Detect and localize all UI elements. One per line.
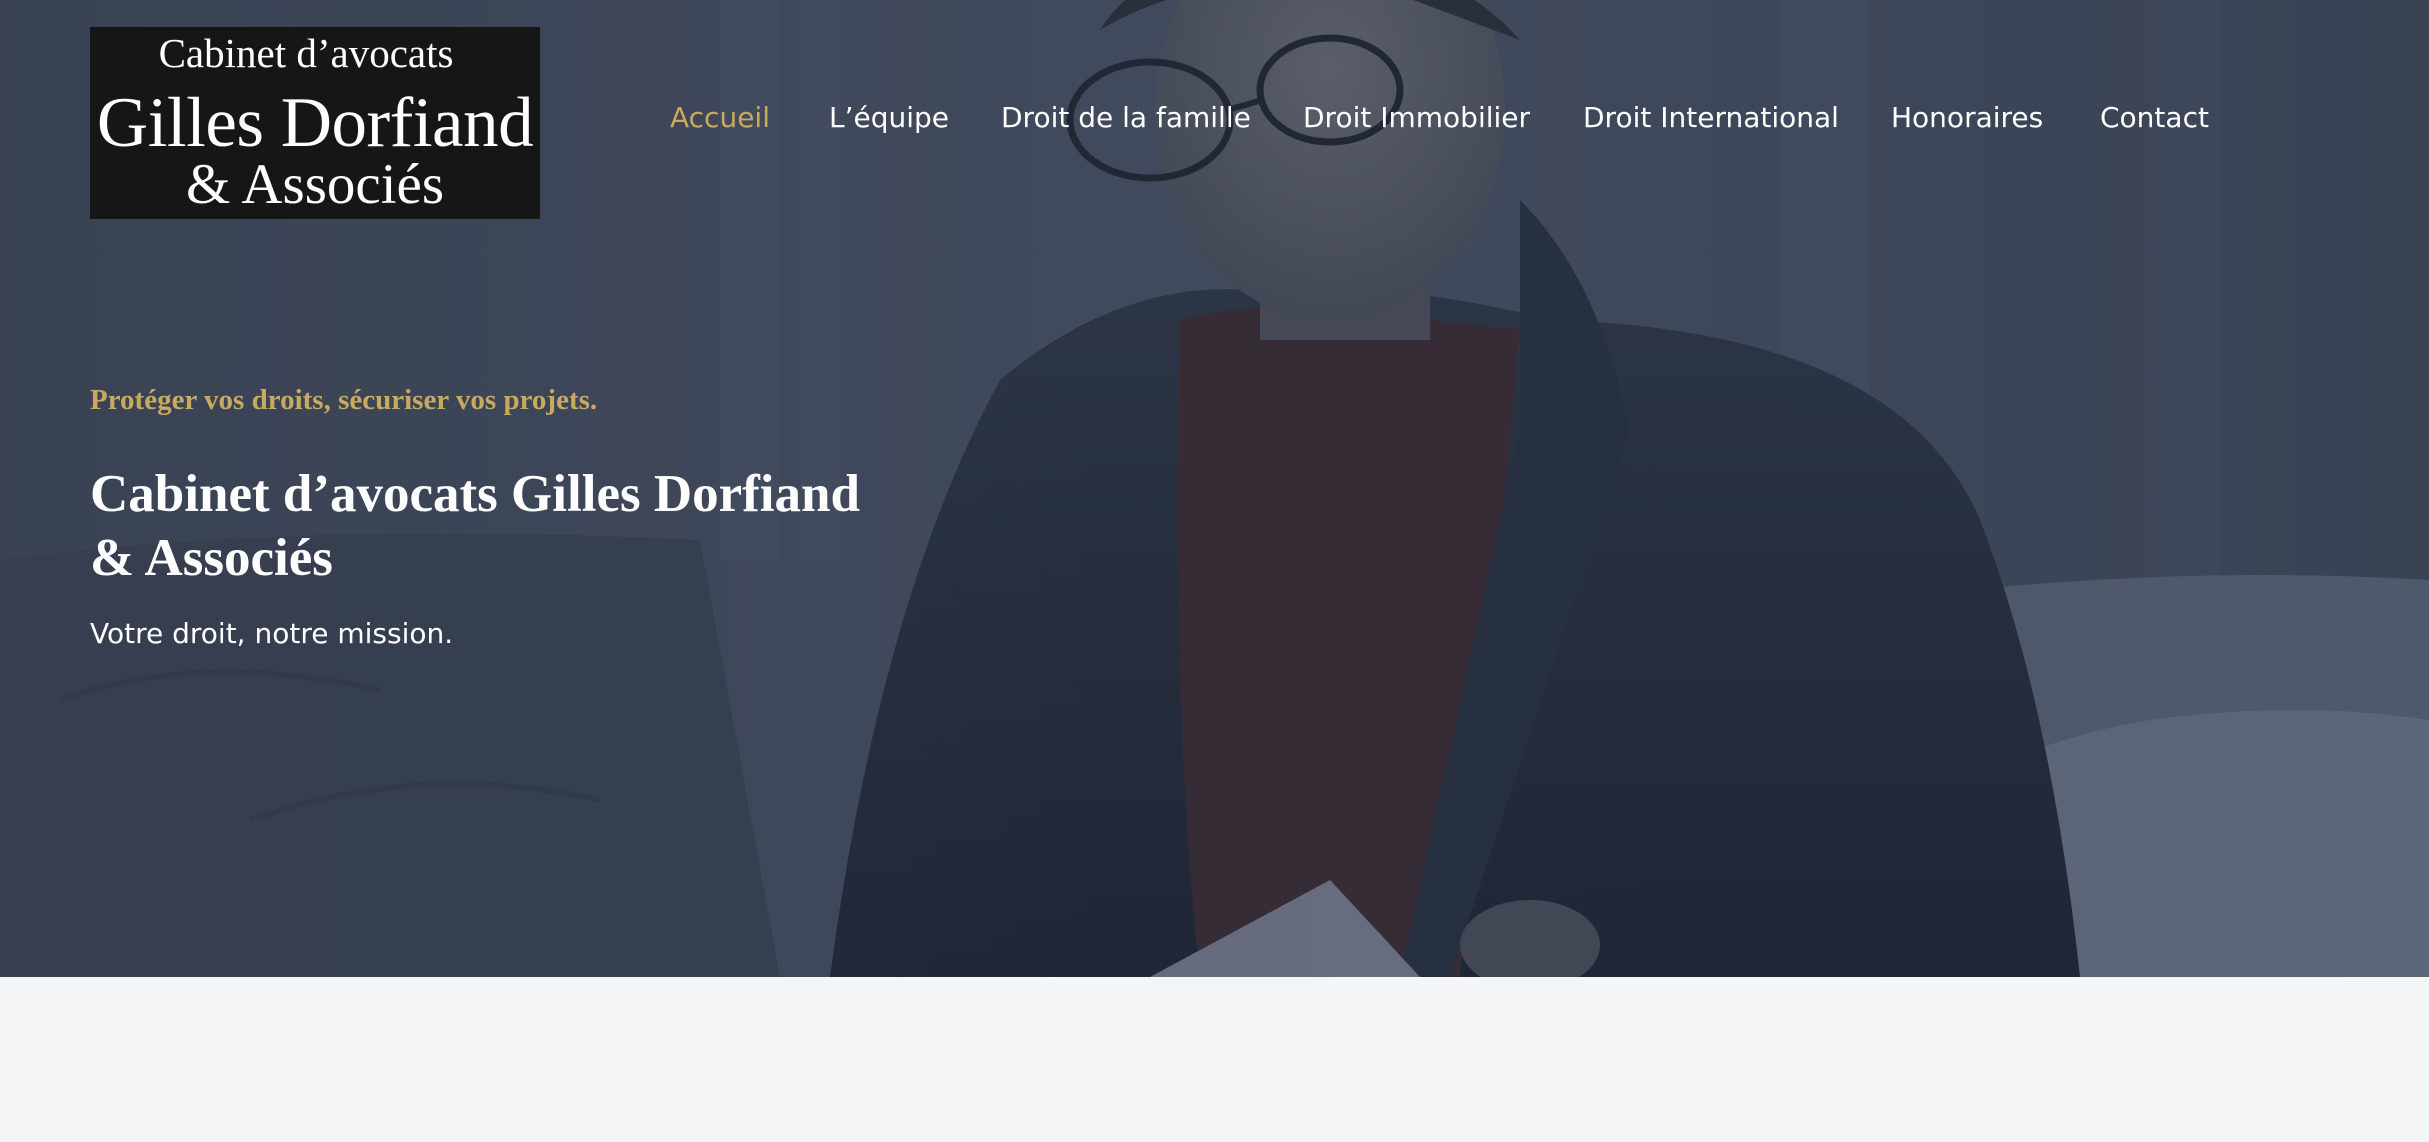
logo-line-3: & Associés [185, 153, 445, 216]
nav-item-accueil[interactable]: Accueil [670, 101, 770, 134]
nav-item-contact[interactable]: Contact [2100, 101, 2209, 134]
nav-item-honoraires[interactable]: Honoraires [1891, 101, 2043, 134]
logo-line-1: Cabinet d’avocats [158, 30, 454, 76]
logo[interactable]: Cabinet d’avocats Gilles Dorfiand & Asso… [90, 27, 540, 219]
nav-item-droit-international[interactable]: Droit International [1583, 101, 1839, 134]
content-area [0, 977, 2429, 1142]
hero-section: Cabinet d’avocats Gilles Dorfiand & Asso… [0, 0, 2429, 977]
nav-item-equipe[interactable]: L’équipe [829, 101, 949, 134]
hero-headline: Cabinet d’avocats Gilles Dorfiand & Asso… [90, 465, 860, 587]
nav-item-droit-immobilier[interactable]: Droit Immobilier [1303, 101, 1530, 134]
hero-tagline: Protéger vos droits, sécuriser vos proje… [90, 384, 598, 416]
hero-subline: Votre droit, notre mission. [90, 617, 454, 650]
nav-item-droit-de-la-famille[interactable]: Droit de la famille [1001, 101, 1251, 134]
